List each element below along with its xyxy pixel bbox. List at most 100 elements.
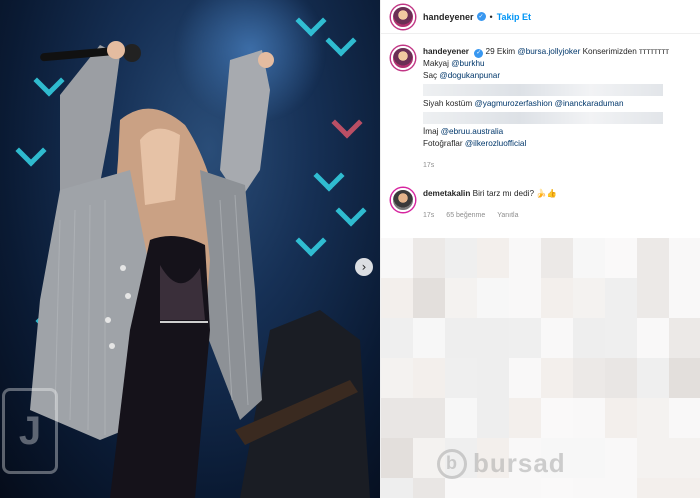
mosaic-cell [669, 398, 700, 438]
watermark-text: bursad [473, 448, 566, 478]
username-link[interactable]: handeyener [423, 12, 474, 22]
caption-text: 29 Ekim [485, 47, 516, 56]
watermark-logo: b bursad [437, 448, 566, 479]
mosaic-cell [605, 278, 637, 318]
follow-button[interactable]: Takip Et [497, 12, 531, 22]
mosaic-cell [445, 278, 477, 318]
mosaic-cell [541, 398, 573, 438]
mosaic-cell [509, 278, 541, 318]
comment-item: demetakalin Biri tarz mı dedi? 🍌👍 17s 65… [391, 188, 690, 222]
mosaic-cell [445, 358, 477, 398]
mosaic-cell [605, 238, 637, 278]
comment-timestamp: 17s [423, 212, 435, 219]
watermark-logo-left: J [2, 388, 58, 474]
mosaic-cell [413, 278, 445, 318]
mosaic-cell [381, 358, 413, 398]
mosaic-cell [381, 318, 413, 358]
next-photo-button[interactable]: › [355, 258, 373, 276]
mosaic-cell [445, 318, 477, 358]
mosaic-cell [509, 358, 541, 398]
comments-section: handeyener ✓ 29 Ekim @bursa.jollyjoker K… [381, 34, 700, 222]
mosaic-cell [605, 398, 637, 438]
verified-badge-icon: ✓ [476, 12, 486, 21]
watermark-logo-icon: b [437, 448, 467, 479]
mention-link[interactable]: @ilkerozluofficial [465, 139, 526, 148]
mosaic-cell [413, 318, 445, 358]
caption-text: Konserimizden ᴛᴛᴛᴛᴛᴛᴛᴛ [582, 47, 670, 56]
mention-link[interactable]: @bursa.jollyjoker [517, 47, 580, 56]
mention-link[interactable]: @ebruu.australia [441, 127, 503, 136]
mosaic-cell [637, 278, 669, 318]
mosaic-cell [509, 318, 541, 358]
mention-link[interactable]: @dogukanpunar [439, 71, 500, 80]
mention-link[interactable]: @burkhu [451, 59, 484, 68]
mention-link[interactable]: @inanckaraduman [555, 99, 624, 108]
mosaic-cell [637, 358, 669, 398]
caption-text: Fotoğraflar [423, 139, 463, 148]
mosaic-cell [573, 398, 605, 438]
mosaic-cell [637, 238, 669, 278]
caption-text: İmaj [423, 127, 439, 136]
mosaic-cell [381, 478, 413, 498]
mosaic-cell [509, 238, 541, 278]
caption-timestamp: 17s [423, 162, 435, 169]
mosaic-cell [445, 398, 477, 438]
mosaic-cell [541, 278, 573, 318]
comment-text: Biri tarz mı dedi? 🍌👍 [472, 189, 557, 198]
mention-link[interactable]: @yagmurozerfashion [474, 99, 552, 108]
caption-username[interactable]: handeyener [423, 47, 469, 56]
mosaic-cell [477, 398, 509, 438]
mosaic-cell [381, 398, 413, 438]
mosaic-cell [477, 238, 509, 278]
mosaic-cell [605, 358, 637, 398]
mosaic-cell [541, 478, 573, 498]
caption-text: Saç [423, 71, 438, 80]
mosaic-cell [381, 278, 413, 318]
chevron-right-icon: › [361, 260, 367, 274]
mosaic-cell [637, 478, 669, 498]
mosaic-cell [573, 478, 605, 498]
caption-text: Siyah kostüm [423, 99, 473, 108]
comment-username[interactable]: demetakalin [423, 189, 470, 198]
blurred-text [423, 112, 663, 124]
post-header: handeyener ✓ • Takip Et [381, 0, 700, 34]
mosaic-cell [413, 358, 445, 398]
mosaic-cell [509, 398, 541, 438]
mosaic-cell [669, 238, 700, 278]
mosaic-cell [605, 318, 637, 358]
mosaic-cell [381, 438, 413, 478]
separator-dot: • [489, 11, 493, 22]
instagram-post: J › handeyener ✓ • Takip Et handeyener ✓… [0, 0, 700, 498]
reply-link[interactable]: Yanıtla [497, 210, 518, 222]
mosaic-cell [413, 478, 445, 498]
mosaic-cell [381, 238, 413, 278]
post-side-panel: handeyener ✓ • Takip Et handeyener ✓ 29 … [380, 0, 700, 498]
mosaic-cell [541, 238, 573, 278]
post-caption: handeyener ✓ 29 Ekim @bursa.jollyjoker K… [391, 46, 690, 172]
mosaic-cell [669, 318, 700, 358]
mosaic-cell [445, 478, 477, 498]
post-photo[interactable]: J › [0, 0, 380, 498]
caption-text: Makyaj [423, 59, 449, 68]
mosaic-cell [477, 358, 509, 398]
mosaic-cell [669, 438, 700, 478]
mosaic-cell [573, 358, 605, 398]
mosaic-cell [413, 238, 445, 278]
blurred-text [423, 84, 663, 96]
mosaic-cell [413, 398, 445, 438]
avatar[interactable] [391, 4, 415, 29]
mosaic-cell [605, 438, 637, 478]
mosaic-cell [573, 318, 605, 358]
mosaic-cell [669, 358, 700, 398]
avatar[interactable] [391, 188, 415, 212]
avatar[interactable] [391, 46, 415, 70]
mosaic-cell [637, 438, 669, 478]
mosaic-cell [445, 238, 477, 278]
mosaic-cell [541, 358, 573, 398]
comment-likes[interactable]: 65 beğenme [446, 210, 485, 222]
mosaic-cell [509, 478, 541, 498]
mosaic-cell [573, 238, 605, 278]
mosaic-cell [573, 278, 605, 318]
mosaic-cell [637, 318, 669, 358]
mosaic-cell [669, 278, 700, 318]
